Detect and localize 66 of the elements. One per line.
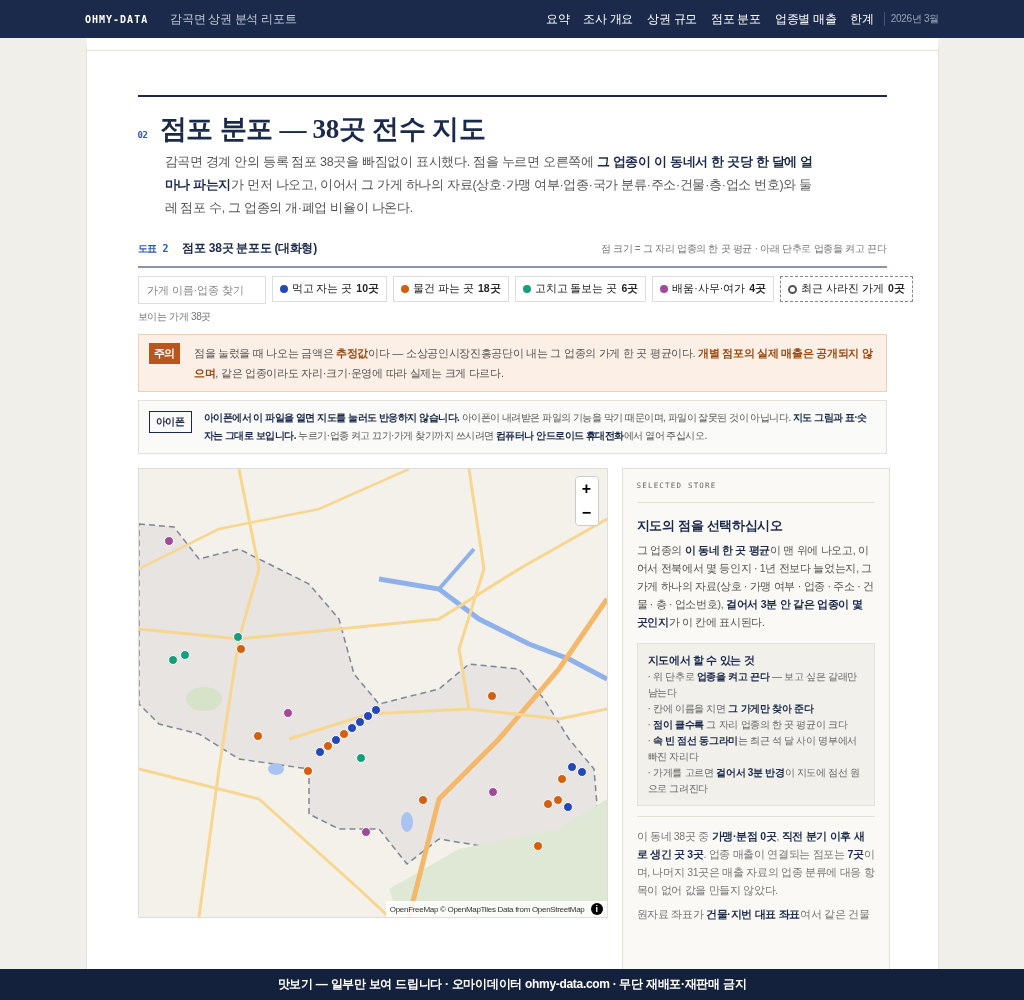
section-number: 02 [137,130,148,140]
tips-title: 지도에서 할 수 있는 것 [647,653,756,668]
nav-link[interactable]: 조사 개요 [583,10,634,28]
store-marker[interactable] [314,747,325,757]
store-marker[interactable] [282,708,293,718]
store-marker[interactable] [360,827,371,837]
store-marker[interactable] [163,536,174,546]
category-toggle[interactable]: 고치고 돌보는 곳 6곳 [514,276,647,302]
tip-item: · 칸에 이름을 치면 그 가게만 찾아 준다 [647,702,815,716]
store-marker[interactable] [355,753,366,763]
figure-title: 점포 38곳 분포도 (대화형) [182,240,317,257]
nav-link[interactable]: 한계 [850,10,874,28]
visible-count: 보이는 가게 38곳 [137,310,213,324]
category-toggle[interactable]: 먹고 자는 곳 10곳 [271,276,388,302]
store-marker[interactable] [362,711,373,721]
store-marker[interactable] [370,705,381,715]
store-marker[interactable] [338,729,349,739]
store-marker[interactable] [532,841,543,851]
nav-link[interactable]: 요약 [545,10,570,28]
caution-badge: 주의 [148,343,180,364]
tip-item: · 가게를 고르면 걸어서 3분 반경이 지도에 점선 원으로 그려진다 [647,766,861,796]
info-button[interactable]: i [590,903,603,915]
figure-note: 점 크기 = 그 자리 업종의 한 곳 평균 · 아래 단추로 업종을 켜고 끈다 [600,242,887,256]
panel-heading: 지도의 점을 선택하십시오 [636,517,784,535]
notice-badge: 아이폰 [148,411,192,433]
nav-link[interactable]: 업종별 매출 [774,10,837,28]
notice-text: 아이폰에서 이 파일을 열면 지도를 눌러도 반응하지 않습니다. 아이폰이 내려받은 파일의 기능을 막기 때문이며, 파일이 잘못된 것이 아닙니다. 지도 그림과 표·숫자는 그대로 보입니다. 누르기·업종 켜고 끄기·가게 찾기까지 쓰시려면 컴퓨터나 안드로이드 휴대전화에서 열어 주십시오. [203,411,868,443]
store-marker[interactable] [417,795,428,805]
store-marker[interactable] [566,762,577,772]
banner-text: 맛보기 — 일부만 보여 드립니다 · 오마이데이터 ohmy-data.com · 무단 재배포·재판매 금지 [277,976,747,993]
summary-text: 이 동네 38곳 중 가맹·분점 0곳, 직전 분기 이후 새로 생긴 곳 3곳. 업종 매출이 연결되는 점포는 7곳이며, 나머지 31곳은 매출 자료의 업종 분류에 대응 항목이 없어 값을 만들지 않았다. [636,816,875,899]
category-toggle[interactable]: 배움·사무·여가 4곳 [652,276,775,302]
report-title: 감곡면 상권 분석 리포트 [170,10,297,28]
nav-link[interactable]: 점포 분포 [711,10,761,28]
tip-item: · 속 빈 점선 동그라미는 최근 석 달 사이 명부에서 빠진 자리다 [647,734,859,764]
store-marker[interactable] [354,717,365,727]
section-title: 점포 분포 — 38곳 전수 지도 [159,113,486,146]
category-toggle[interactable]: 물건 파는 곳 18곳 [393,276,509,302]
report-date: 2026년 3월 [883,12,939,26]
map[interactable]: + − OpenFreeMap © OpenMapTiles Data from OpenStreetMap i [137,468,608,918]
nav-link[interactable]: 상권 규모 [647,10,697,28]
store-marker[interactable] [232,632,243,642]
category-toggle[interactable]: 최근 사라진 가게 0곳 [780,276,913,302]
tip-item: · 점이 클수록 그 자리 업종의 한 곳 평균이 크다 [647,718,849,732]
store-marker[interactable] [552,795,563,805]
search-field[interactable]: 가게 이름·업종 찾기 [137,276,266,304]
map-attribution[interactable]: OpenFreeMap © OpenMapTiles Data from OpenStreetMap [389,904,585,914]
store-marker[interactable] [562,802,573,812]
figure-label: 도표 2 [137,242,169,256]
footnote-text: 원자료 좌표가 건물·지번 대표 좌표여서 같은 건물 [636,907,871,922]
store-marker[interactable] [179,650,190,660]
caution-text: 점을 눌렀을 때 나오는 금액은 추정값이다 — 소상공인시장진흥공단이 내는 그 업종의 가게 한 곳 평균이다. 개별 점포의 실제 매출은 공개되지 않으며, 같은 업종이라도 자리·크기·운영에 따라 실제는 크게 다르다. [193,346,874,381]
store-marker[interactable] [322,741,333,751]
store-marker[interactable] [252,731,263,741]
panel-text: 그 업종의 이 동네 한 곳 평균이 맨 위에 나오고, 이어서 전북에서 몇 등인지 · 1년 전보다 늘었는지, 그 가게 하나의 자료(상호 · 가맹 여부 · 업종 · 주소 · 건물 · 층 · 업소번호), 걸어서 3분 안 같은 업종이 몇 곳인지가 이 칸에 표시된다. [636,543,875,630]
store-marker[interactable] [167,655,178,665]
tip-item: · 위 단추로 업종을 켜고 끈다 — 보고 싶은 갈래만 남는다 [647,670,859,700]
brand-logo[interactable]: OHMY-DATA [85,13,149,25]
store-marker[interactable] [486,691,497,701]
intro-paragraph: 감곡면 경계 안의 등록 점포 38곳을 빠짐없이 표시했다. 점을 누르면 오른쪽에 그 업종이 이 동네서 한 곳당 한 달에 얼마나 파는지가 먼저 나오고, 이어서 그 가게 하나의 자료(상호·가맹 여부·업종·국가 분류·주소·건물·층·업소 번호)와 둘레 점포 수, 그 업종의 개·폐업 비율이 나온다. [164,154,814,217]
store-marker[interactable] [302,766,313,776]
store-marker[interactable] [542,799,553,809]
store-marker[interactable] [487,787,498,797]
store-marker[interactable] [235,644,246,654]
store-marker[interactable] [576,767,587,777]
store-marker[interactable] [556,774,567,784]
